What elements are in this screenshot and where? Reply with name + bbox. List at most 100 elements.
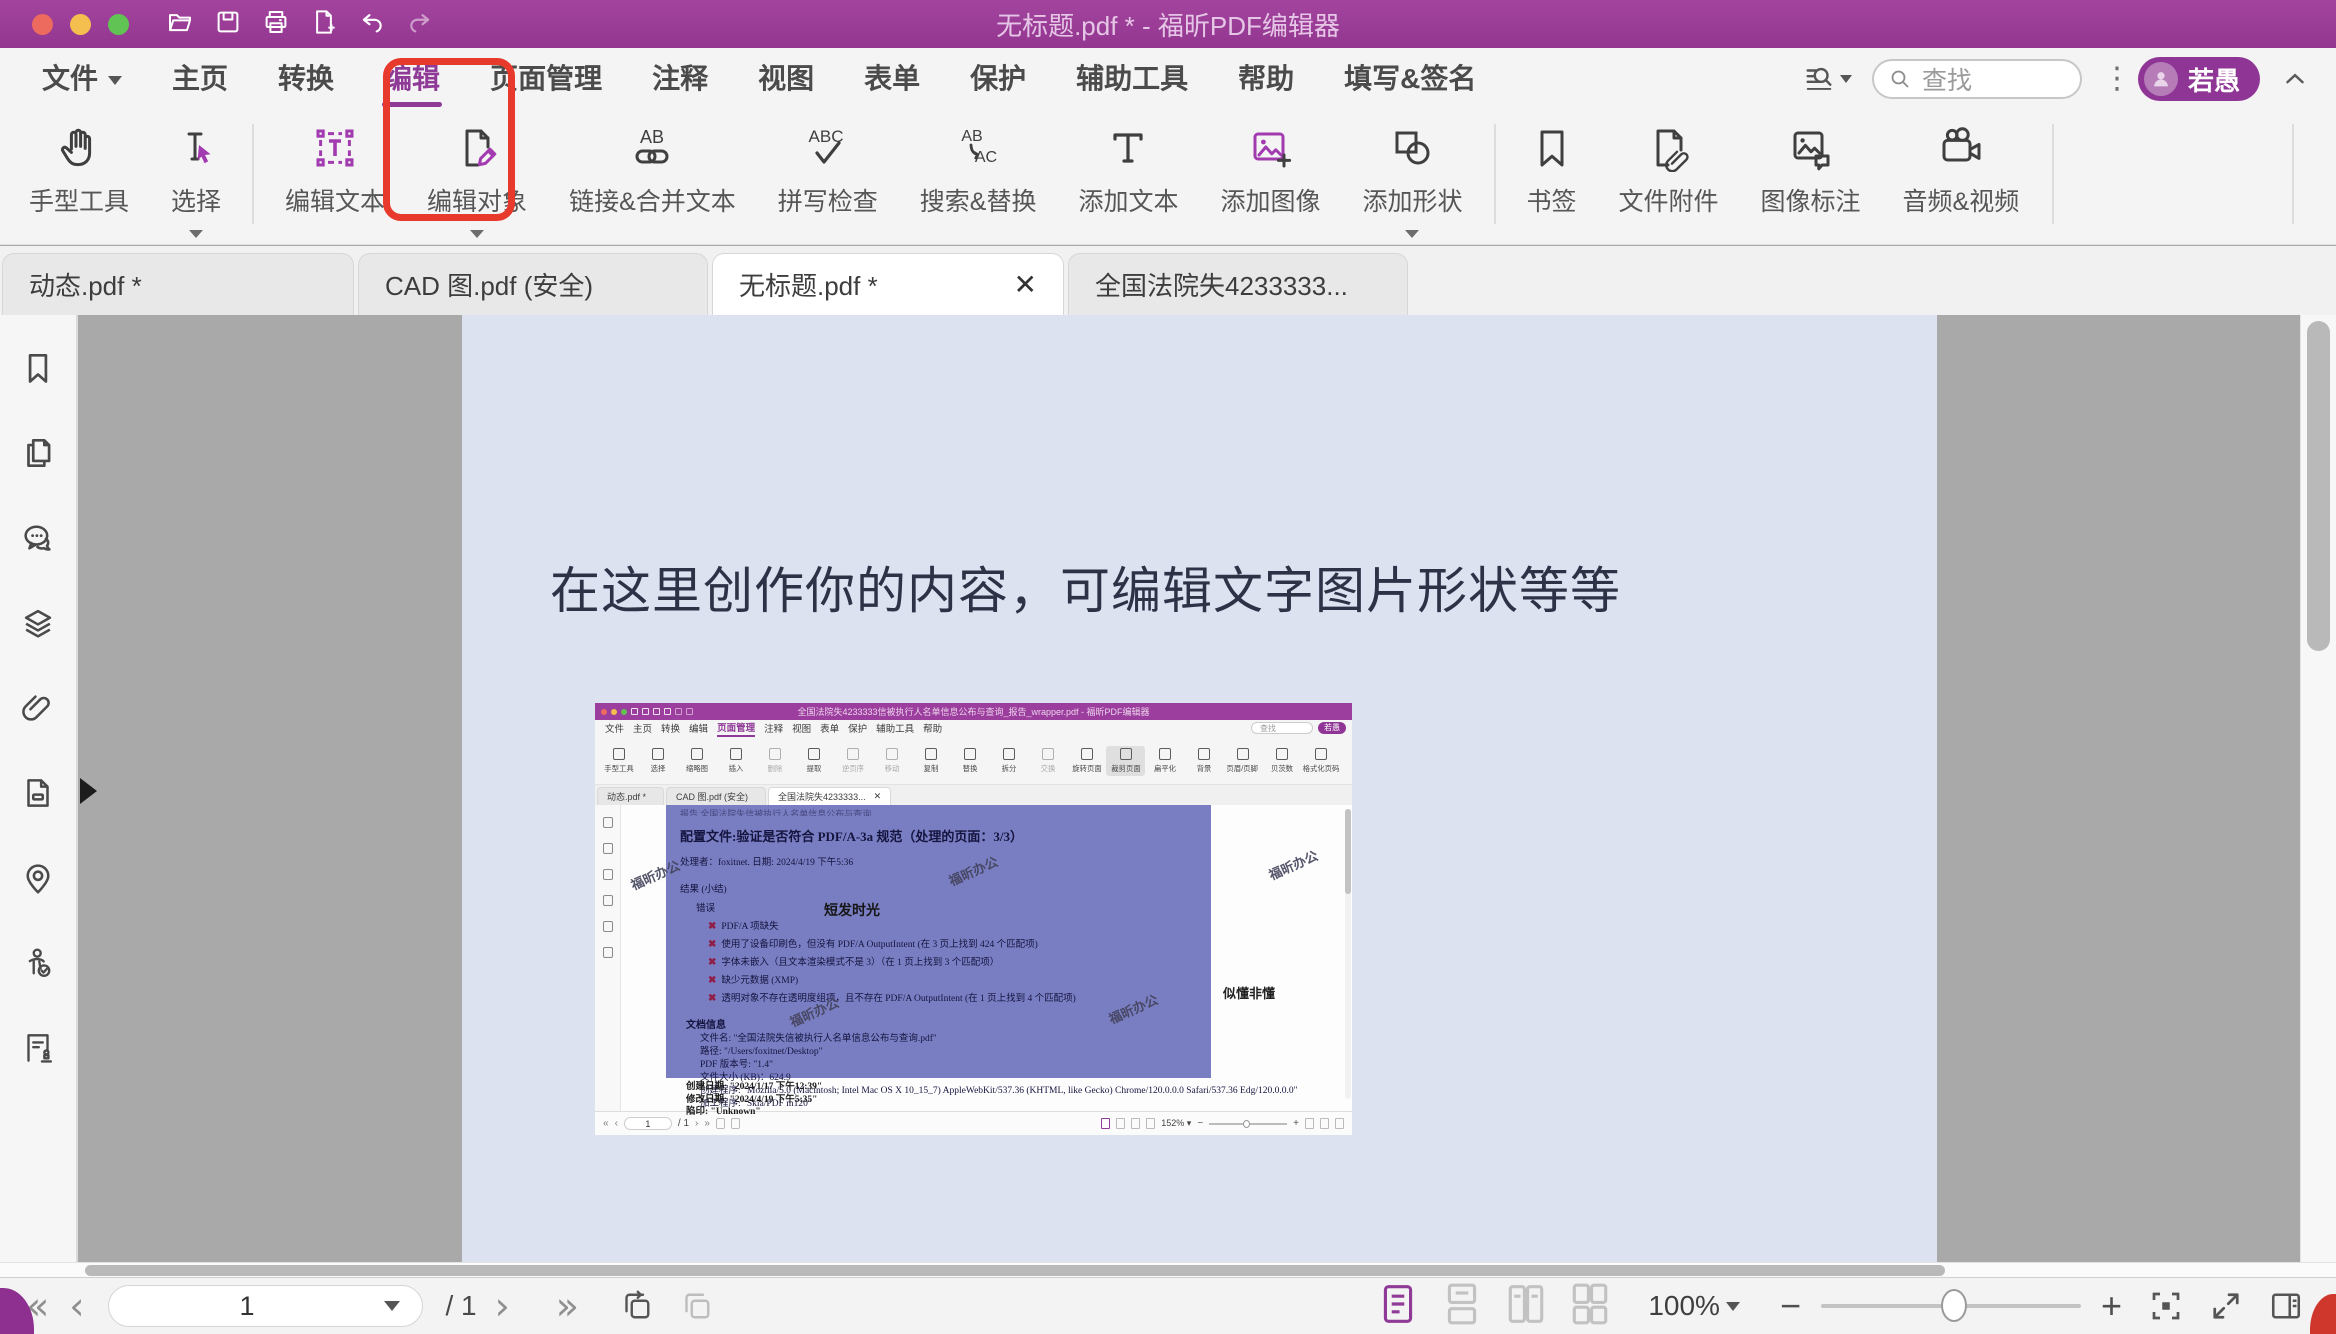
hand-icon bbox=[55, 124, 103, 172]
svg-text:AB: AB bbox=[961, 128, 982, 145]
menu-protect[interactable]: 保护 bbox=[970, 51, 1026, 107]
separator bbox=[252, 124, 254, 224]
reading-panel-button[interactable] bbox=[2268, 1288, 2304, 1324]
video-camera-icon bbox=[1937, 124, 1985, 172]
document-tab-active[interactable]: 无标题.pdf * ✕ bbox=[712, 253, 1064, 315]
previous-page-button[interactable]: ‹ bbox=[59, 1287, 94, 1325]
document-tab[interactable]: CAD 图.pdf (安全) bbox=[358, 253, 708, 315]
svg-text:AC: AC bbox=[975, 149, 997, 166]
print-icon[interactable] bbox=[261, 7, 291, 42]
open-file-icon[interactable] bbox=[165, 7, 195, 42]
page-thumbnails-icon[interactable] bbox=[19, 434, 57, 472]
stamp-panel-icon[interactable] bbox=[19, 1029, 57, 1067]
zoom-window-button[interactable] bbox=[108, 14, 129, 35]
mini-user-pill: 若愚 bbox=[1318, 722, 1346, 734]
user-account-button[interactable]: 若愚 bbox=[2138, 57, 2260, 101]
image-annotation-button[interactable]: 图像标注 bbox=[1740, 120, 1882, 222]
mini-search-input: 查找 bbox=[1251, 722, 1313, 734]
advanced-search-button[interactable] bbox=[1802, 62, 1852, 96]
undo-icon[interactable] bbox=[357, 7, 387, 42]
menu-edit[interactable]: 编辑 bbox=[384, 51, 440, 107]
horizontal-scrollbar[interactable] bbox=[0, 1262, 2336, 1277]
zoom-slider-thumb[interactable] bbox=[1941, 1289, 1967, 1322]
more-options-icon[interactable]: ⋮ bbox=[2102, 73, 2118, 85]
chevron-down-icon[interactable] bbox=[1726, 1302, 1740, 1311]
menu-help[interactable]: 帮助 bbox=[1238, 51, 1294, 107]
bookmark-button[interactable]: 书签 bbox=[1506, 120, 1598, 222]
embedded-screenshot-image[interactable]: 全国法院失4233333信被执行人名单信息公布与查询_报告_wrapper.pd… bbox=[595, 703, 1352, 1135]
chevron-down-icon bbox=[470, 230, 484, 238]
vertical-scrollbar-thumb[interactable] bbox=[2307, 321, 2330, 651]
minimize-window-button[interactable] bbox=[70, 14, 91, 35]
sidebar-expander-arrow[interactable] bbox=[80, 778, 97, 804]
search-input[interactable]: 查找 bbox=[1872, 59, 2082, 99]
collapse-toolbar-icon[interactable] bbox=[2280, 64, 2310, 94]
zoom-out-button[interactable]: − bbox=[1766, 1285, 1815, 1327]
mini-menubar: 文件主页转换编辑页面管理注释视图表单保护辅助工具帮助 bbox=[595, 720, 1352, 737]
menu-home[interactable]: 主页 bbox=[172, 51, 228, 107]
search-placeholder: 查找 bbox=[1922, 61, 1972, 97]
vertical-scrollbar[interactable] bbox=[2300, 315, 2336, 1262]
edit-text-button[interactable]: 编辑文本 bbox=[264, 120, 406, 222]
document-tab[interactable]: 全国法院失4233333... bbox=[1068, 253, 1408, 315]
previous-view-button[interactable] bbox=[619, 1288, 655, 1324]
document-tab[interactable]: 动态.pdf * bbox=[2, 253, 354, 315]
ribbon-toolbar: 手型工具 选择 编辑文本 编辑对象 AB 链接&合并文本 ABC 拼写检查 AB… bbox=[0, 110, 2336, 245]
attachments-panel-icon[interactable] bbox=[19, 689, 57, 727]
zoom-slider[interactable] bbox=[1821, 1304, 2081, 1308]
next-page-button[interactable]: › bbox=[485, 1287, 520, 1325]
add-text-icon bbox=[1104, 124, 1152, 172]
menu-fill-sign[interactable]: 填写&签名 bbox=[1344, 51, 1476, 107]
file-attachment-button[interactable]: 文件附件 bbox=[1598, 120, 1740, 222]
menu-page-management[interactable]: 页面管理 bbox=[490, 51, 602, 107]
form-fields-panel-icon[interactable] bbox=[19, 774, 57, 812]
avatar bbox=[2144, 62, 2178, 96]
destinations-panel-icon[interactable] bbox=[19, 859, 57, 897]
next-view-button[interactable] bbox=[679, 1288, 715, 1324]
facing-view-button[interactable] bbox=[1507, 1282, 1545, 1331]
foxit-pdf-editor-window: 无标题.pdf * - 福昕PDF编辑器 文件 主页 转换 编辑 页面管理 注释… bbox=[0, 0, 2336, 1334]
fullscreen-button[interactable] bbox=[2208, 1288, 2244, 1324]
menu-view[interactable]: 视图 bbox=[758, 51, 814, 107]
audio-video-button[interactable]: 音频&视频 bbox=[1882, 120, 2041, 222]
select-tool-button[interactable]: 选择 bbox=[150, 120, 242, 242]
hand-tool-button[interactable]: 手型工具 bbox=[8, 120, 150, 222]
layers-panel-icon[interactable] bbox=[19, 604, 57, 642]
bookmark-panel-icon[interactable] bbox=[19, 349, 57, 387]
facing-continuous-view-button[interactable] bbox=[1571, 1282, 1609, 1331]
editable-heading-text[interactable]: 在这里创作你的内容，可编辑文字图片形状等等 bbox=[550, 551, 1621, 623]
digital-signature-panel-icon[interactable] bbox=[19, 944, 57, 982]
bookmark-icon bbox=[1528, 124, 1576, 172]
add-shape-button[interactable]: 添加形状 bbox=[1341, 120, 1483, 242]
menu-comment[interactable]: 注释 bbox=[652, 51, 708, 107]
menu-convert[interactable]: 转换 bbox=[278, 51, 334, 107]
save-icon[interactable] bbox=[213, 7, 243, 42]
fit-page-button[interactable] bbox=[2148, 1288, 2184, 1324]
redo-icon[interactable] bbox=[405, 7, 435, 42]
pdf-page[interactable]: 在这里创作你的内容，可编辑文字图片形状等等 全国法院失4233333信被执行人名… bbox=[462, 315, 1937, 1262]
document-canvas[interactable]: 在这里创作你的内容，可编辑文字图片形状等等 全国法院失4233333信被执行人名… bbox=[78, 315, 2300, 1262]
single-page-view-button[interactable] bbox=[1379, 1282, 1417, 1331]
horizontal-scrollbar-thumb[interactable] bbox=[85, 1265, 1945, 1276]
close-window-button[interactable] bbox=[32, 14, 53, 35]
add-text-button[interactable]: 添加文本 bbox=[1057, 120, 1199, 222]
last-page-button[interactable]: » bbox=[546, 1287, 589, 1325]
link-merge-text-button[interactable]: AB 链接&合并文本 bbox=[548, 120, 757, 222]
add-shape-icon bbox=[1388, 124, 1436, 172]
spell-check-icon: ABC bbox=[804, 124, 852, 172]
page-number-input[interactable]: 1 bbox=[108, 1285, 423, 1327]
zoom-in-button[interactable]: + bbox=[2087, 1285, 2136, 1327]
close-tab-icon[interactable]: ✕ bbox=[1014, 268, 1037, 301]
menu-file[interactable]: 文件 bbox=[42, 51, 122, 107]
menu-form[interactable]: 表单 bbox=[864, 51, 920, 107]
spell-check-button[interactable]: ABC 拼写检查 bbox=[757, 120, 899, 222]
comments-panel-icon[interactable] bbox=[19, 519, 57, 557]
edit-object-button[interactable]: 编辑对象 bbox=[406, 120, 548, 242]
continuous-view-button[interactable] bbox=[1443, 1282, 1481, 1331]
add-image-button[interactable]: 添加图像 bbox=[1199, 120, 1341, 222]
edit-text-icon bbox=[311, 124, 359, 172]
search-replace-button[interactable]: ABAC 搜索&替换 bbox=[899, 120, 1058, 222]
menu-accessibility[interactable]: 辅助工具 bbox=[1076, 51, 1188, 107]
new-document-icon[interactable] bbox=[309, 7, 339, 42]
zoom-level-label[interactable]: 100% bbox=[1648, 1290, 1720, 1322]
